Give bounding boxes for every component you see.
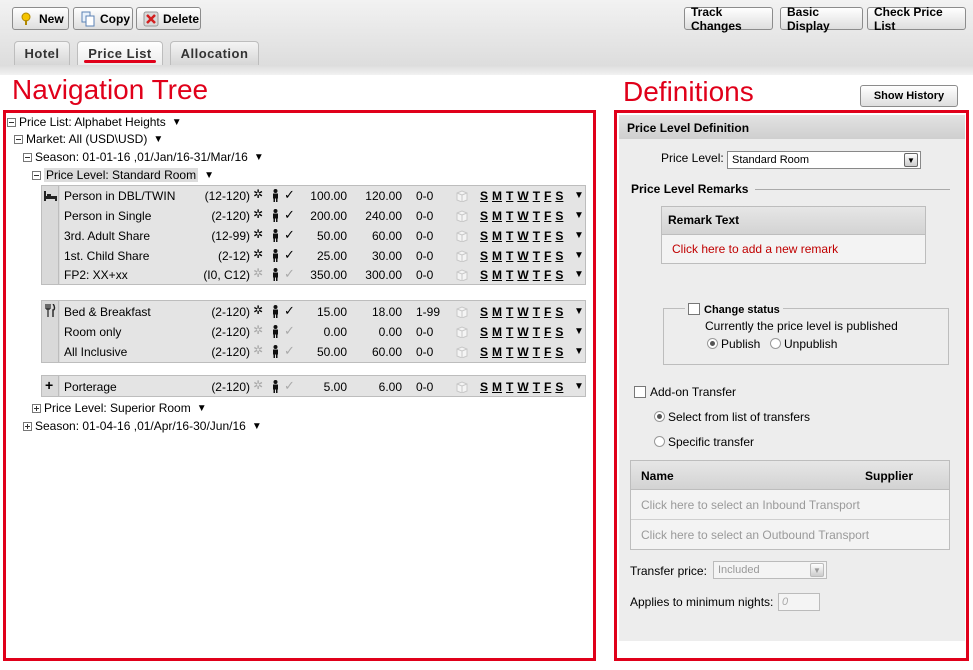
navigation-tree-annotation: Navigation Tree	[12, 74, 209, 105]
tab-price-list-label: Price List	[88, 46, 152, 61]
tab-hotel-label: Hotel	[24, 46, 60, 61]
tab-allocation-label: Allocation	[180, 46, 249, 61]
active-tab-indicator	[84, 60, 156, 63]
show-history-label: Show History	[873, 90, 945, 102]
new-button-label: New	[39, 11, 64, 26]
new-button[interactable]: New	[12, 7, 69, 30]
track-changes-button[interactable]: Track Changes	[684, 4, 773, 33]
tab-allocation[interactable]: Allocation	[170, 41, 259, 65]
basic-display-button[interactable]: Basic Display	[780, 4, 863, 33]
copy-button[interactable]: Copy	[73, 7, 133, 30]
top-toolbar: New Copy Delete Track Changes Basic Disp…	[0, 0, 973, 70]
tab-hotel[interactable]: Hotel	[14, 41, 70, 65]
basic-display-label: Basic Display	[787, 4, 830, 33]
delete-icon	[143, 11, 159, 27]
navigation-tree-highlight-box	[3, 110, 596, 661]
copy-icon	[80, 11, 96, 27]
track-changes-label: Track Changes	[691, 4, 742, 33]
new-icon	[19, 11, 35, 27]
delete-button[interactable]: Delete	[136, 7, 201, 30]
copy-button-label: Copy	[100, 11, 130, 26]
definitions-annotation: Definitions	[623, 76, 754, 107]
tab-price-list[interactable]: Price List	[77, 41, 163, 65]
definitions-highlight-box	[614, 110, 969, 661]
delete-button-label: Delete	[163, 11, 200, 26]
check-price-list-button[interactable]: Check Price List	[867, 4, 966, 33]
show-history-button[interactable]: Show History	[860, 85, 958, 107]
check-price-list-label: Check Price List	[874, 4, 943, 33]
